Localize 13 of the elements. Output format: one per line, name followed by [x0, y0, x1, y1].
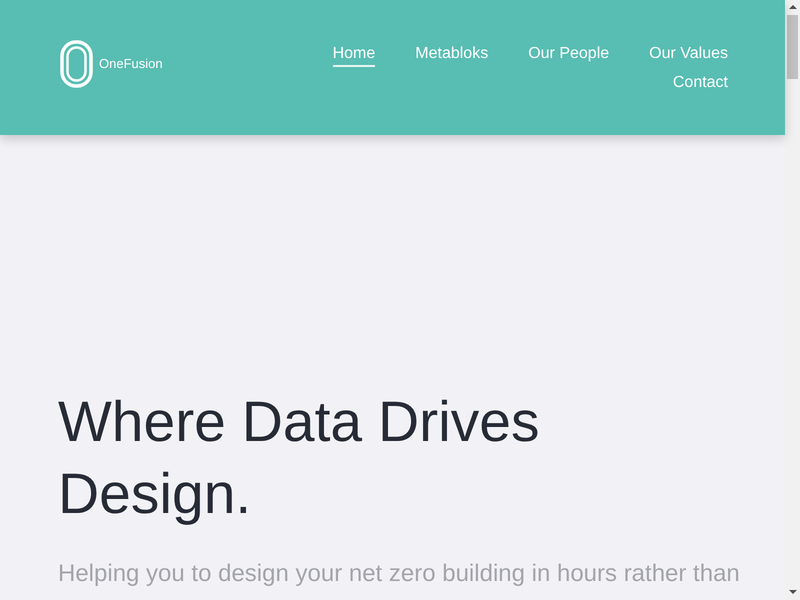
nav-link[interactable]: Our People	[528, 43, 610, 67]
scrollbar-thumb[interactable]	[787, 15, 798, 79]
logo-icon[interactable]	[60, 40, 93, 88]
nav-link[interactable]: Our Values	[649, 43, 728, 67]
nav-link[interactable]: Metabloks	[415, 43, 488, 67]
hero-subheading: Helping you to design your net zero building in hours rather than	[58, 559, 741, 589]
scrollbar[interactable]	[785, 0, 800, 600]
hero-heading: Where Data Drives Design.	[58, 389, 540, 528]
scroll-down-icon[interactable]	[788, 590, 796, 594]
logo-text[interactable]: OneFusion	[99, 56, 163, 72]
scroll-up-icon[interactable]	[788, 5, 796, 9]
nav-link[interactable]: Contact	[672, 72, 728, 96]
nav-link[interactable]: Home	[332, 43, 376, 67]
